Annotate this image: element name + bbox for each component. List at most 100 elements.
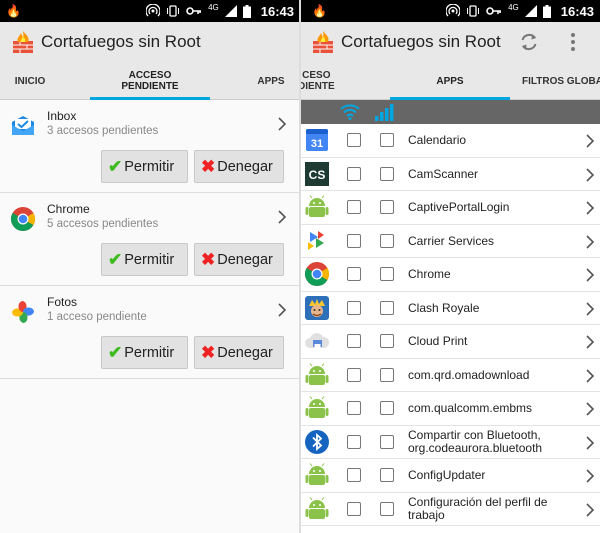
- wifi-icon: [340, 104, 360, 120]
- network-type: 4G: [208, 2, 219, 12]
- chevron-right-icon[interactable]: [585, 168, 595, 182]
- wifi-checkbox[interactable]: [347, 300, 361, 315]
- chevron-right-icon[interactable]: [585, 369, 595, 383]
- list-item[interactable]: com.qualcomm.embms: [300, 392, 600, 426]
- list-item[interactable]: Clash Royale: [300, 292, 600, 325]
- list-item[interactable]: Compartir con Bluetooth, org.codeaurora.…: [300, 426, 600, 459]
- mobile-data-checkbox[interactable]: [380, 367, 394, 382]
- network-column-header: [300, 100, 600, 124]
- chevron-right-icon[interactable]: [585, 201, 595, 215]
- app-title: Cortafuegos sin Root: [341, 32, 501, 51]
- app-name: Inbox: [47, 109, 77, 123]
- allow-button[interactable]: ✔ Permitir: [101, 336, 188, 369]
- status-bar: 🔥 4G 16:43: [300, 0, 600, 22]
- chevron-right-icon[interactable]: [277, 117, 287, 131]
- deny-button[interactable]: ✖ Denegar: [194, 150, 284, 183]
- chrome-icon: [304, 261, 330, 287]
- chevron-right-icon[interactable]: [585, 503, 595, 517]
- app-name: Chrome: [47, 202, 90, 216]
- bluetooth-icon: [305, 429, 329, 454]
- chevron-right-icon[interactable]: [585, 134, 595, 148]
- chevron-right-icon[interactable]: [585, 335, 595, 349]
- list-item[interactable]: 31 Calendario: [300, 124, 600, 158]
- list-item[interactable]: Configuración del perfil de trabajo: [300, 493, 600, 526]
- left-screen: 🔥 4G 16:43 Cortafuegos sin Root INICIO A…: [0, 0, 300, 533]
- list-item[interactable]: com.qrd.omadownload: [300, 359, 600, 392]
- app-name: Fotos: [47, 295, 78, 309]
- mobile-data-checkbox[interactable]: [380, 233, 394, 248]
- wifi-checkbox[interactable]: [347, 200, 361, 214]
- deny-button[interactable]: ✖ Denegar: [194, 243, 284, 276]
- mobile-data-checkbox[interactable]: [380, 200, 394, 214]
- chevron-right-icon[interactable]: [585, 302, 595, 316]
- wifi-checkbox[interactable]: [347, 334, 361, 348]
- list-item[interactable]: Chrome: [300, 258, 600, 292]
- pending-card-chrome[interactable]: Chrome 5 accesos pendientes ✔ Permitir ✖ D…: [0, 193, 300, 286]
- allow-button[interactable]: ✔ Permitir: [101, 150, 188, 183]
- chevron-right-icon[interactable]: [585, 268, 595, 282]
- wifi-checkbox[interactable]: [347, 267, 361, 281]
- clash-royale-icon: [305, 295, 329, 320]
- list-item[interactable]: CaptivePortalLogin: [300, 191, 600, 225]
- mobile-data-checkbox[interactable]: [380, 300, 394, 315]
- vpn-key-icon: [186, 7, 202, 15]
- app-name: Compartir con Bluetooth, org.codeaurora.…: [408, 428, 543, 455]
- wifi-checkbox[interactable]: [347, 233, 361, 248]
- pending-count: 3 accesos pendientes: [47, 125, 159, 137]
- mobile-data-checkbox[interactable]: [380, 267, 394, 281]
- pending-card-inbox[interactable]: Inbox 3 accesos pendientes ✔ Permitir ✖ De…: [0, 100, 300, 193]
- chevron-right-icon[interactable]: [585, 235, 595, 249]
- tab-acceso-pendiente[interactable]: ACCESO PENDIENTE: [90, 62, 210, 100]
- deny-button[interactable]: ✖ Denegar: [194, 336, 284, 369]
- tab-acceso-pendiente[interactable]: CESO DIENTE: [300, 62, 340, 100]
- wifi-checkbox[interactable]: [347, 501, 361, 516]
- wifi-checkbox[interactable]: [347, 133, 361, 147]
- inbox-icon: [12, 116, 34, 135]
- mobile-data-checkbox[interactable]: [380, 133, 394, 147]
- screen-divider: [299, 0, 301, 533]
- chevron-right-icon[interactable]: [585, 469, 595, 483]
- allow-button[interactable]: ✔ Permitir: [101, 243, 188, 276]
- chevron-right-icon[interactable]: [277, 303, 287, 317]
- app-bar: Cortafuegos sin Root: [300, 22, 600, 62]
- list-item[interactable]: CS CamScanner: [300, 158, 600, 191]
- app-name: ConfigUpdater: [408, 468, 486, 482]
- hotspot-icon: [146, 4, 161, 17]
- wifi-checkbox[interactable]: [347, 434, 361, 449]
- mobile-data-checkbox[interactable]: [380, 434, 394, 449]
- mobile-data-checkbox[interactable]: [380, 166, 394, 181]
- refresh-icon[interactable]: [518, 31, 540, 53]
- chevron-right-icon[interactable]: [585, 436, 595, 450]
- tab-apps[interactable]: APPS: [250, 62, 292, 100]
- chevron-right-icon[interactable]: [585, 402, 595, 416]
- app-name: Cloud Print: [408, 334, 468, 348]
- tab-inicio[interactable]: INICIO: [0, 62, 60, 100]
- tab-apps[interactable]: APPS: [390, 62, 510, 100]
- app-bar: Cortafuegos sin Root: [0, 22, 300, 62]
- tab-bar: INICIO ACCESO PENDIENTE APPS: [0, 62, 300, 100]
- wifi-checkbox[interactable]: [347, 367, 361, 382]
- android-icon: [304, 496, 330, 522]
- status-bar: 🔥 4G 16:43: [0, 0, 300, 22]
- wifi-checkbox[interactable]: [347, 401, 361, 415]
- clock: 16:43: [260, 3, 294, 19]
- firewall-logo-icon: [10, 29, 36, 55]
- android-icon: [304, 462, 330, 488]
- wifi-checkbox[interactable]: [347, 468, 361, 482]
- photos-icon: [12, 301, 34, 323]
- mobile-data-checkbox[interactable]: [380, 334, 394, 348]
- vibrate-icon: [467, 5, 480, 17]
- mobile-data-checkbox[interactable]: [380, 401, 394, 415]
- mobile-data-checkbox[interactable]: [380, 501, 394, 516]
- more-vert-icon[interactable]: [570, 31, 576, 53]
- wifi-checkbox[interactable]: [347, 166, 361, 181]
- list-item[interactable]: Cloud Print: [300, 325, 600, 359]
- mobile-data-checkbox[interactable]: [380, 468, 394, 482]
- pending-card-fotos[interactable]: Fotos 1 acceso pendiente ✔ Permitir ✖ Dene…: [0, 286, 300, 379]
- clock: 16:43: [560, 3, 594, 19]
- list-item[interactable]: ConfigUpdater: [300, 459, 600, 493]
- list-item[interactable]: Carrier Services: [300, 225, 600, 258]
- tab-filtros-globales[interactable]: FILTROS GLOBAL: [522, 62, 600, 100]
- chevron-right-icon[interactable]: [277, 210, 287, 224]
- firewall-notification-icon: 🔥: [312, 4, 327, 18]
